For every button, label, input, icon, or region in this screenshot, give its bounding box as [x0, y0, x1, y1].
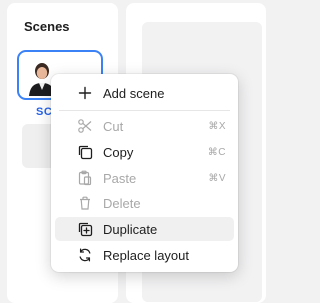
menu-item-label: Cut — [103, 118, 124, 134]
replace-layout-icon — [76, 246, 94, 264]
scenes-panel-title: Scenes — [24, 19, 70, 34]
menu-item-replace-layout[interactable]: Replace layout — [55, 243, 234, 267]
menu-item-paste[interactable]: Paste ⌘V — [55, 166, 234, 190]
menu-separator — [59, 110, 230, 111]
menu-item-copy[interactable]: Copy ⌘C — [55, 140, 234, 164]
menu-item-label: Add scene — [103, 85, 165, 101]
context-menu: Add scene Cut ⌘X Copy ⌘C Paste ⌘V Delete… — [51, 74, 238, 272]
duplicate-icon — [76, 220, 94, 238]
menu-item-shortcut: ⌘X — [208, 120, 226, 132]
menu-item-shortcut: ⌘C — [207, 146, 226, 158]
menu-item-label: Replace layout — [103, 247, 189, 263]
menu-item-label: Copy — [103, 144, 134, 160]
menu-item-shortcut: ⌘V — [208, 172, 226, 184]
menu-item-cut[interactable]: Cut ⌘X — [55, 114, 234, 138]
copy-icon — [76, 143, 94, 161]
menu-item-label: Paste — [103, 170, 137, 186]
scissors-icon — [76, 117, 94, 135]
menu-item-label: Duplicate — [103, 221, 158, 237]
menu-item-delete[interactable]: Delete — [55, 191, 234, 215]
scene-name-label: SC — [36, 106, 53, 118]
menu-item-add-scene[interactable]: Add scene — [55, 81, 234, 105]
paste-icon — [76, 169, 94, 187]
menu-item-duplicate[interactable]: Duplicate — [55, 217, 234, 241]
menu-item-label: Delete — [103, 195, 141, 211]
trash-icon — [76, 194, 94, 212]
plus-icon — [76, 84, 94, 102]
